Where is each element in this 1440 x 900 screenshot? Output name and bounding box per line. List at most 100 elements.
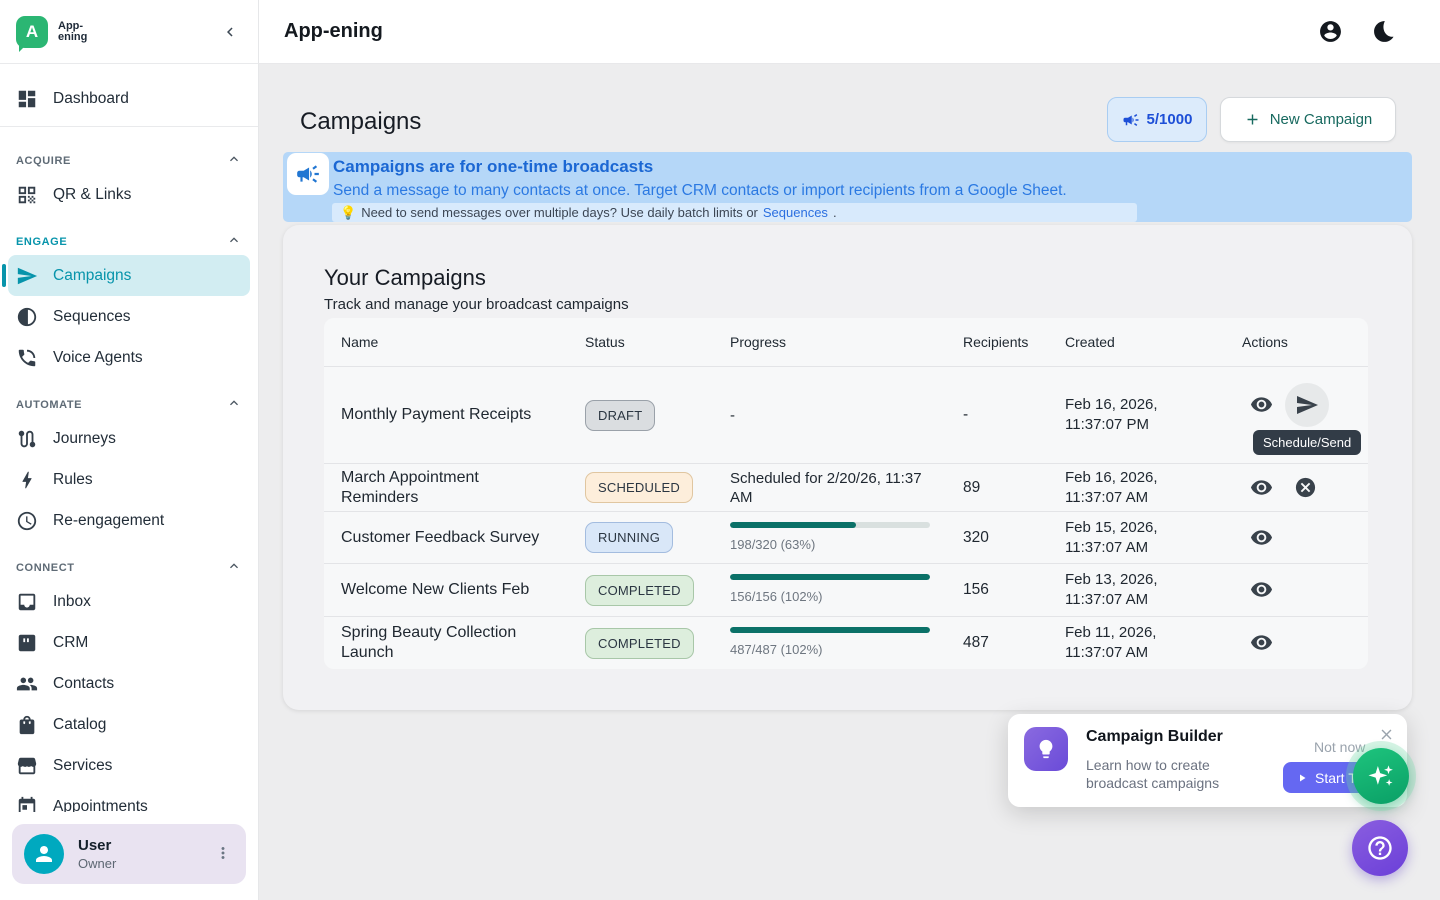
chevron-left-icon [221,23,239,41]
play-icon [1296,772,1308,784]
banner-subtitle: Send a message to many contacts at once.… [333,182,1067,200]
quota-value: 5/1000 [1147,111,1193,128]
sidebar-section-acquire[interactable]: ACQUIRE [0,134,258,174]
storefront-icon [16,755,38,777]
sidebar-item-voice-agents[interactable]: Voice Agents [0,337,258,378]
sidebar-item-catalog[interactable]: Catalog [0,704,258,745]
help-fab[interactable] [1352,820,1408,876]
view-button[interactable] [1250,578,1274,602]
status-badge: DRAFT [585,400,655,431]
not-now-button[interactable]: Not now [1314,739,1365,755]
sidebar-item-journeys[interactable]: Journeys [0,418,258,459]
table-row: Monthly Payment Receipts DRAFT - - Feb 1… [324,367,1368,464]
banner-title: Campaigns are for one-time broadcasts [333,157,653,177]
tip-suffix: . [833,205,837,220]
campaigns-card: Your Campaigns Track and manage your bro… [283,225,1412,710]
banner-icon-box [287,153,329,195]
schedule-send-tooltip: Schedule/Send [1253,430,1361,455]
plus-icon [1244,111,1261,128]
user-role: Owner [78,856,116,871]
active-indicator [2,264,6,287]
view-button[interactable] [1250,631,1274,655]
new-campaign-button[interactable]: New Campaign [1220,97,1396,142]
topbar-actions [1318,19,1398,45]
lightbulb-badge [1024,727,1068,771]
avatar [24,834,64,874]
eye-icon [1250,631,1273,654]
app-logo-letter: A [26,22,38,42]
route-icon [16,428,38,450]
view-button[interactable] [1250,526,1274,550]
sidebar-item-contacts[interactable]: Contacts [0,663,258,704]
close-icon [1378,726,1395,743]
user-card[interactable]: User Owner [12,824,246,884]
dark-mode-toggle[interactable] [1372,19,1398,45]
col-name: Name [324,334,585,350]
col-created: Created [1065,334,1242,350]
col-progress: Progress [730,334,963,350]
col-recipients: Recipients [963,334,1065,350]
cancel-button[interactable] [1294,476,1318,500]
status-badge: RUNNING [585,522,673,553]
sidebar-section-engage[interactable]: ENGAGE [0,215,258,255]
progress-text: 156/156 (102%) [730,587,933,606]
sidebar-item-dashboard[interactable]: Dashboard [0,78,258,119]
calendar-icon [16,796,38,813]
app-logo: A [16,16,48,48]
megaphone-icon [1122,111,1140,129]
sidebar-item-re-engagement[interactable]: Re-engagement [0,500,258,541]
account-icon [1318,19,1343,44]
user-menu-button[interactable] [214,844,234,864]
sequences-link[interactable]: Sequences [763,205,828,220]
sidebar-item-inbox[interactable]: Inbox [0,581,258,622]
clock-icon [16,510,38,532]
banner-tip: 💡 Need to send messages over multiple da… [332,203,1137,222]
table-row: Welcome New Clients Feb COMPLETED 156/15… [324,564,1368,617]
ai-assistant-fab[interactable] [1353,748,1409,804]
cancel-icon [1294,476,1317,499]
card-title: Your Campaigns [324,265,486,291]
sidebar-item-campaigns[interactable]: Campaigns [8,255,250,296]
sidebar-item-services[interactable]: Services [0,745,258,786]
chevron-up-icon [226,395,242,411]
dashboard-icon [16,88,38,110]
close-button[interactable] [1378,726,1396,744]
chevron-up-icon [226,232,242,248]
sidebar-item-crm[interactable]: CRM [0,622,258,663]
schedule-send-button[interactable] [1285,383,1329,427]
sidebar-item-appointments[interactable]: Appointments [0,786,258,812]
quota-badge[interactable]: 5/1000 [1107,97,1207,142]
sidebar-collapse-button[interactable] [218,20,242,44]
eye-icon [1250,476,1273,499]
megaphone-icon [295,161,321,187]
user-info: User Owner [78,837,116,871]
topbar: App-ening [259,0,1440,64]
account-button[interactable] [1318,19,1344,45]
status-badge: COMPLETED [585,575,694,606]
app-logo-text: App- ening [58,21,87,43]
main-content: Campaigns 5/1000 New Campaign Campaigns … [259,64,1440,900]
chevron-up-icon [226,558,242,574]
qr-code-icon [16,184,38,206]
sidebar-section-automate[interactable]: AUTOMATE [0,378,258,418]
sidebar-section-connect[interactable]: CONNECT [0,541,258,581]
popup-body: Learn how to create broadcast campaigns [1086,756,1236,792]
progress-text: 198/320 (63%) [730,535,933,554]
sidebar-item-sequences[interactable]: Sequences [0,296,258,337]
shopping-bag-icon [16,714,38,736]
sidebar-item-rules[interactable]: Rules [0,459,258,500]
status-badge: SCHEDULED [585,472,693,503]
send-icon [1295,393,1319,417]
tip-text: Need to send messages over multiple days… [361,205,758,220]
view-button[interactable] [1250,476,1274,500]
popup-title: Campaign Builder [1086,728,1223,746]
chevron-up-icon [226,151,242,167]
progress-bar [730,522,930,528]
sidebar-item-qr-links[interactable]: QR & Links [0,174,258,215]
progress-bar [730,574,930,580]
crm-board-icon [16,632,38,654]
person-icon [32,842,56,866]
lightbulb-emoji: 💡 [340,205,356,221]
sidebar-nav: Dashboard ACQUIRE QR & Links ENGAGE Camp… [0,64,258,812]
view-button[interactable] [1250,393,1274,417]
